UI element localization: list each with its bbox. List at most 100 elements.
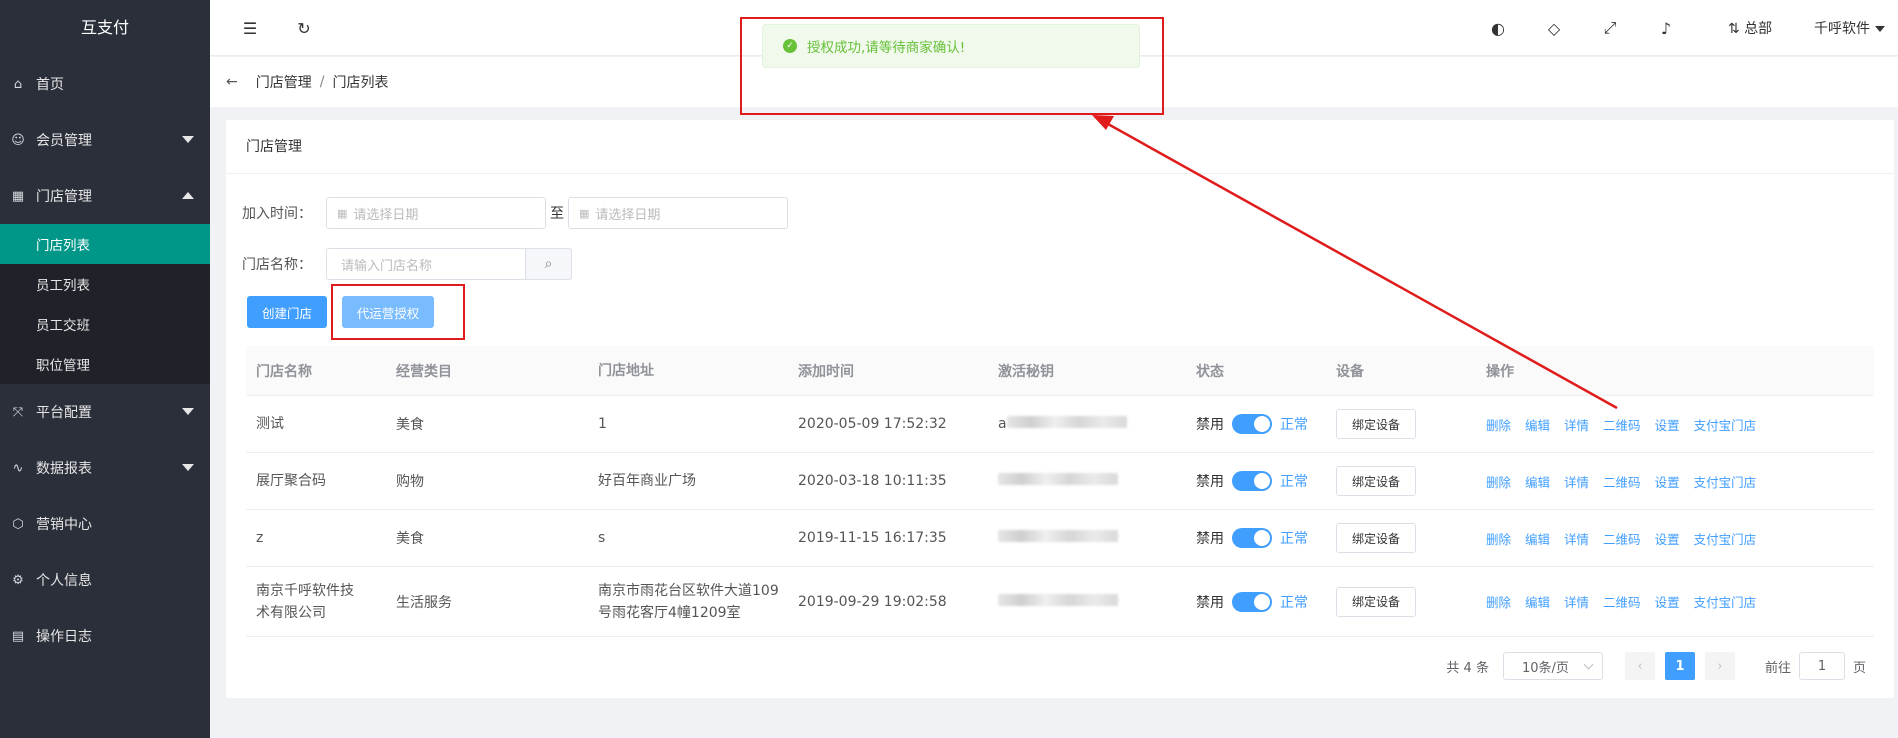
bind-device-button[interactable]: 绑定设备 — [1336, 523, 1416, 553]
back-arrow-icon[interactable]: ← — [226, 74, 238, 90]
row-action-link[interactable]: 设置 — [1655, 415, 1680, 434]
search-button[interactable]: ⌕ — [526, 248, 572, 280]
goto-page-input[interactable]: 1 — [1798, 652, 1845, 680]
page-size-value: 10条/页 — [1521, 660, 1569, 676]
row-action-link[interactable]: 设置 — [1655, 592, 1680, 611]
row-action-link[interactable]: 支付宝门店 — [1694, 592, 1757, 611]
status-off-label: 禁用 — [1196, 531, 1224, 547]
create-store-button[interactable]: 创建门店 — [247, 296, 327, 328]
row-action-link[interactable]: 二维码 — [1603, 472, 1641, 491]
status-toggle[interactable] — [1232, 591, 1272, 612]
bind-device-button[interactable]: 绑定设备 — [1336, 586, 1416, 617]
row-action-link[interactable]: 设置 — [1655, 472, 1680, 491]
sidebar-item-label: 数据报表 — [36, 461, 92, 477]
actions-cell: 删除 编辑 详情 二维码 设置 支付宝门店 — [1476, 472, 1874, 491]
sidebar-item-shift-handover[interactable]: 员工交班 — [0, 304, 210, 344]
row-action-link[interactable]: 支付宝门店 — [1694, 529, 1757, 548]
store-management-card: 门店管理 加入时间： ▦ 请选择日期 至 ▦ 请选择日期 门店名称： 请输入门店… — [226, 120, 1894, 698]
row-action-link[interactable]: 编辑 — [1525, 529, 1550, 548]
store-name-filter: 门店名称： 请输入门店名称 ⌕ — [226, 248, 572, 280]
sidebar-item-stores[interactable]: ▦ 门店管理 — [0, 168, 210, 224]
store-name-cell: 测试 — [246, 413, 386, 435]
blurred-key — [998, 593, 1118, 606]
status-cell: 禁用 正常 — [1186, 471, 1326, 491]
blurred-key — [998, 473, 1118, 485]
bind-device-button[interactable]: 绑定设备 — [1336, 409, 1416, 439]
store-name-placeholder: 请输入门店名称 — [341, 258, 433, 274]
row-action-link[interactable]: 支付宝门店 — [1694, 472, 1757, 491]
actions-cell: 删除 编辑 详情 二维码 设置 支付宝门店 — [1476, 592, 1874, 611]
tag-icon[interactable]: ◇ — [1544, 18, 1564, 38]
calendar-icon: ▦ — [579, 206, 590, 220]
sidebar-item-home[interactable]: ⌂ 首页 — [0, 56, 210, 112]
row-action-link[interactable]: 详情 — [1564, 592, 1589, 611]
sidebar-item-staff-list[interactable]: 员工列表 — [0, 264, 210, 304]
sidebar-item-platform-config[interactable]: ⤧ 平台配置 — [0, 384, 210, 440]
sidebar-item-positions[interactable]: 职位管理 — [0, 344, 210, 384]
row-action-link[interactable]: 详情 — [1564, 529, 1589, 548]
store-name-input[interactable]: 请输入门店名称 — [326, 248, 526, 280]
end-date-input[interactable]: ▦ 请选择日期 — [568, 197, 788, 229]
activation-key-cell — [988, 593, 1186, 610]
menu-fold-icon[interactable]: ☰ — [240, 18, 260, 38]
bell-icon[interactable]: ♪ — [1656, 18, 1676, 38]
sidebar-item-marketing[interactable]: ⬡ 营销中心 — [0, 496, 210, 552]
sidebar-item-label: 平台配置 — [36, 405, 92, 421]
status-toggle[interactable] — [1232, 528, 1272, 548]
store-name-cell: 展厅聚合码 — [246, 470, 386, 492]
bind-device-button[interactable]: 绑定设备 — [1336, 466, 1416, 496]
key-prefix: a — [998, 416, 1007, 432]
row-action-link[interactable]: 删除 — [1486, 472, 1511, 491]
row-action-link[interactable]: 二维码 — [1603, 415, 1641, 434]
branch-selector[interactable]: ⇅ 总部 — [1728, 18, 1772, 38]
table-row: 展厅聚合码 购物 好百年商业广场 2020-03-18 10:11:35 禁用 正常 绑定设… — [246, 453, 1874, 510]
activation-key-cell — [988, 530, 1186, 546]
sidebar-item-reports[interactable]: ∿ 数据报表 — [0, 440, 210, 496]
chevron-down-icon — [1583, 659, 1594, 670]
row-action-link[interactable]: 编辑 — [1525, 592, 1550, 611]
prev-page-button[interactable]: ‹ — [1624, 652, 1655, 680]
user-name: 千呼软件 — [1814, 21, 1870, 37]
store-icon: ▦ — [11, 188, 25, 204]
status-toggle[interactable] — [1232, 414, 1272, 434]
category-cell: 美食 — [396, 417, 424, 433]
refresh-icon[interactable]: ↻ — [294, 18, 314, 38]
status-toggle[interactable] — [1232, 471, 1272, 491]
row-action-link[interactable]: 设置 — [1655, 529, 1680, 548]
page-number-current[interactable]: 1 — [1664, 652, 1695, 680]
device-cell: 绑定设备 — [1326, 523, 1476, 553]
table-row: 测试 美食 1 2020-05-09 17:52:32 a 禁用 正常 绑定设备 删除 编辑 详情二… — [246, 396, 1874, 453]
row-action-link[interactable]: 详情 — [1564, 472, 1589, 491]
next-page-button[interactable]: › — [1704, 652, 1735, 680]
chart-icon: ∿ — [12, 460, 24, 476]
sidebar-item-members[interactable]: ☺ 会员管理 — [0, 112, 210, 168]
breadcrumb-level1[interactable]: 门店管理 — [256, 72, 312, 92]
fullscreen-icon[interactable]: ⤢ — [1600, 18, 1620, 38]
status-on-label: 正常 — [1280, 474, 1308, 490]
page-size-select[interactable]: 10条/页 — [1502, 652, 1603, 680]
device-cell: 绑定设备 — [1326, 586, 1476, 617]
row-action-link[interactable]: 二维码 — [1603, 529, 1641, 548]
row-action-link[interactable]: 编辑 — [1525, 472, 1550, 491]
col-header: 激活秘钥 — [998, 363, 1054, 380]
row-action-link[interactable]: 编辑 — [1525, 415, 1550, 434]
row-action-link[interactable]: 删除 — [1486, 592, 1511, 611]
total-count: 共 4 条 — [1446, 660, 1489, 676]
sidebar-item-store-list[interactable]: 门店列表 — [0, 224, 210, 264]
cube-icon: ⬡ — [12, 516, 24, 532]
row-action-link[interactable]: 二维码 — [1603, 592, 1641, 611]
blurred-key — [998, 530, 1118, 542]
palette-icon[interactable]: ◐ — [1488, 18, 1508, 38]
user-menu[interactable]: 千呼软件 — [1814, 18, 1885, 38]
row-action-link[interactable]: 删除 — [1486, 415, 1511, 434]
actions-cell: 删除 编辑 详情 二维码 设置 支付宝门店 — [1476, 415, 1874, 434]
sidebar-item-profile[interactable]: ⚙ 个人信息 — [0, 552, 210, 608]
member-icon: ☺ — [11, 132, 25, 148]
row-action-link[interactable]: 支付宝门店 — [1694, 415, 1757, 434]
calendar-icon: ▦ — [337, 206, 348, 220]
start-date-input[interactable]: ▦ 请选择日期 — [326, 197, 546, 229]
row-action-link[interactable]: 详情 — [1564, 415, 1589, 434]
row-action-link[interactable]: 删除 — [1486, 529, 1511, 548]
branch-label: 总部 — [1744, 21, 1773, 37]
sidebar-item-logs[interactable]: ▤ 操作日志 — [0, 608, 210, 664]
